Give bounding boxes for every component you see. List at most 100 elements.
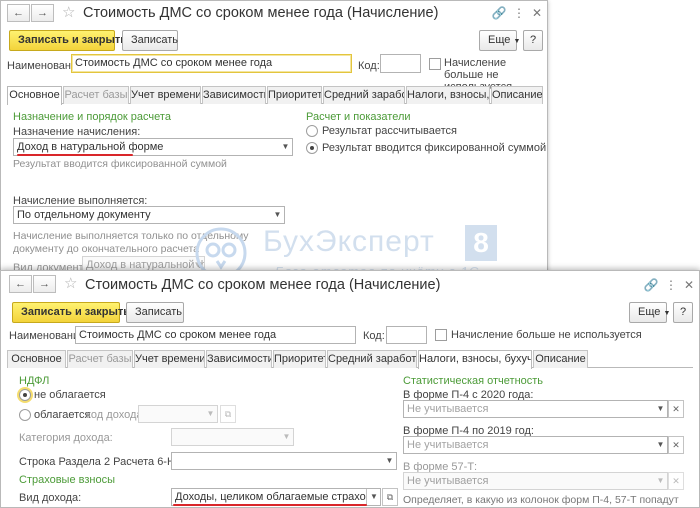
code-input[interactable] bbox=[380, 54, 421, 73]
tab-description[interactable]: Описание bbox=[533, 350, 588, 368]
f57t-select[interactable]: Не учитывается ▼ bbox=[403, 472, 668, 490]
radio-calculated[interactable] bbox=[306, 125, 318, 137]
help-button[interactable]: ? bbox=[523, 30, 543, 51]
purpose-label: Назначение начисления: bbox=[13, 126, 141, 138]
arrow-right-icon: → bbox=[37, 7, 48, 19]
clear-icon[interactable]: ✕ bbox=[668, 400, 684, 418]
tab-priority[interactable]: Приоритет bbox=[267, 86, 322, 104]
back-button[interactable]: ← bbox=[7, 4, 30, 22]
performed-select[interactable]: По отдельному документу ▼ bbox=[13, 206, 285, 224]
close-icon[interactable]: ✕ bbox=[529, 5, 545, 21]
red-underline bbox=[173, 504, 367, 506]
tab-base-calc[interactable]: Расчет базы bbox=[63, 86, 129, 104]
dropdown-icon[interactable]: ▼ bbox=[653, 437, 667, 453]
more-button[interactable]: Еще ▼ bbox=[479, 30, 520, 51]
link-icon[interactable]: 🔗 bbox=[491, 5, 507, 21]
dropdown-icon[interactable]: ▼ bbox=[366, 489, 380, 505]
performed-value: По отдельному документу bbox=[17, 209, 151, 221]
not-used-checkbox[interactable] bbox=[435, 329, 447, 341]
arrow-right-icon: → bbox=[39, 278, 50, 290]
dropdown-icon[interactable]: ▼ bbox=[278, 139, 292, 155]
forward-button[interactable]: → bbox=[31, 4, 54, 22]
purpose-value: Доход в натуральной форме bbox=[17, 141, 164, 153]
income-type-value: Доходы, целиком облагаемые страховыми вз… bbox=[175, 491, 380, 503]
back-button[interactable]: ← bbox=[9, 275, 32, 293]
stats-title: Статистическая отчетность bbox=[403, 375, 544, 387]
watermark-digit: 8 bbox=[465, 225, 497, 261]
performed-hint: Начисление выполняется только по отдельн… bbox=[13, 230, 249, 255]
tab-time-accounting[interactable]: Учет времени bbox=[130, 86, 201, 104]
more-dots-icon[interactable]: ⋮ bbox=[511, 5, 527, 21]
radio-calculated-label: Результат рассчитывается bbox=[322, 125, 457, 137]
form-window-front: ← → ☆ Стоимость ДМС со сроком менее года… bbox=[0, 270, 700, 508]
title-bar: ← → ☆ Стоимость ДМС со сроком менее года… bbox=[1, 1, 547, 25]
clear-icon[interactable]: ✕ bbox=[668, 472, 684, 490]
close-icon[interactable]: ✕ bbox=[681, 277, 697, 293]
red-underline bbox=[17, 154, 133, 156]
arrow-left-icon: ← bbox=[15, 278, 26, 290]
open-icon[interactable]: ⧉ bbox=[220, 405, 236, 423]
tab-taxes[interactable]: Налоги, взносы,... bbox=[406, 86, 490, 104]
save-button[interactable]: Записать bbox=[122, 30, 178, 51]
category-select[interactable]: ▼ bbox=[171, 428, 294, 446]
open-icon[interactable]: ⧉ bbox=[382, 488, 398, 506]
tab-dependencies[interactable]: Зависимости bbox=[206, 350, 272, 368]
tab-base-calc[interactable]: Расчет базы bbox=[67, 350, 133, 368]
tab-description[interactable]: Описание bbox=[491, 86, 543, 104]
star-icon[interactable]: ☆ bbox=[64, 275, 77, 293]
tab-time-accounting[interactable]: Учет времени bbox=[134, 350, 205, 368]
dropdown-icon[interactable]: ▼ bbox=[653, 401, 667, 417]
save-and-close-button[interactable]: Записать и закрыть bbox=[12, 302, 130, 323]
code-label: Код: bbox=[363, 330, 385, 342]
stats-hint: Определяет, в какую из колонок форм П-4,… bbox=[403, 494, 679, 506]
dropdown-icon[interactable]: ▼ bbox=[270, 207, 284, 223]
more-dots-icon[interactable]: ⋮ bbox=[663, 277, 679, 293]
radio-not-taxed[interactable] bbox=[19, 389, 31, 401]
dropdown-icon[interactable]: ▼ bbox=[203, 406, 217, 422]
p4-2019-select[interactable]: Не учитывается ▼ bbox=[403, 436, 668, 454]
radio-taxed-label: облагается bbox=[34, 409, 91, 421]
section-purpose-title: Назначение и порядок расчета bbox=[13, 111, 171, 123]
tab-priority[interactable]: Приоритет bbox=[273, 350, 326, 368]
radio-fixed-sum-label: Результат вводится фиксированной суммой bbox=[322, 142, 547, 154]
ndfl-title: НДФЛ bbox=[19, 375, 50, 387]
not-used-label: Начисление больше не используется bbox=[451, 329, 642, 341]
form-window-back: ← → ☆ Стоимость ДМС со сроком менее года… bbox=[0, 0, 548, 290]
tab-average-earnings[interactable]: Средний заработ... bbox=[323, 86, 405, 104]
code-input[interactable] bbox=[386, 326, 427, 344]
tab-main[interactable]: Основное bbox=[7, 86, 62, 105]
p4-2020-select[interactable]: Не учитывается ▼ bbox=[403, 400, 668, 418]
save-button[interactable]: Записать bbox=[126, 302, 184, 323]
more-label: Еще bbox=[638, 306, 661, 318]
code-label: Код: bbox=[358, 60, 380, 72]
link-icon[interactable]: 🔗 bbox=[643, 277, 659, 293]
window-title: Стоимость ДМС со сроком менее года (Начи… bbox=[83, 5, 439, 21]
f57t-value: Не учитывается bbox=[407, 475, 489, 487]
income-code-label: код дохода: bbox=[86, 409, 146, 421]
dropdown-icon[interactable]: ▼ bbox=[279, 429, 293, 445]
tab-main[interactable]: Основное bbox=[7, 350, 66, 368]
dropdown-icon[interactable]: ▼ bbox=[653, 473, 667, 489]
forward-button[interactable]: → bbox=[33, 275, 56, 293]
arrow-left-icon: ← bbox=[13, 7, 24, 19]
star-icon[interactable]: ☆ bbox=[62, 4, 75, 22]
help-button[interactable]: ? bbox=[673, 302, 693, 323]
name-input[interactable]: Стоимость ДМС со сроком менее года bbox=[75, 326, 356, 344]
insurance-title: Страховые взносы bbox=[19, 474, 115, 486]
save-and-close-button[interactable]: Записать и закрыть bbox=[9, 30, 127, 51]
clear-icon[interactable]: ✕ bbox=[668, 436, 684, 454]
income-code-select[interactable]: ▼ bbox=[138, 405, 218, 423]
title-bar: ← → ☆ Стоимость ДМС со сроком менее года… bbox=[1, 271, 699, 295]
tab-bar: Основное Расчет базы Учет времени Зависи… bbox=[7, 350, 693, 369]
dropdown-icon[interactable]: ▼ bbox=[382, 453, 396, 469]
tab-taxes[interactable]: Налоги, взносы, бухучет bbox=[418, 350, 532, 369]
chevron-down-icon: ▼ bbox=[663, 310, 671, 317]
more-button[interactable]: Еще ▼ bbox=[629, 302, 671, 323]
not-used-checkbox[interactable] bbox=[429, 58, 441, 70]
name-input[interactable]: Стоимость ДМС со сроком менее года bbox=[71, 54, 352, 73]
row-6ndfl-select[interactable]: ▼ bbox=[171, 452, 397, 470]
radio-fixed-sum[interactable] bbox=[306, 142, 318, 154]
radio-taxed[interactable] bbox=[19, 409, 31, 421]
tab-average-earnings[interactable]: Средний заработок bbox=[327, 350, 417, 368]
tab-dependencies[interactable]: Зависимости bbox=[202, 86, 266, 104]
